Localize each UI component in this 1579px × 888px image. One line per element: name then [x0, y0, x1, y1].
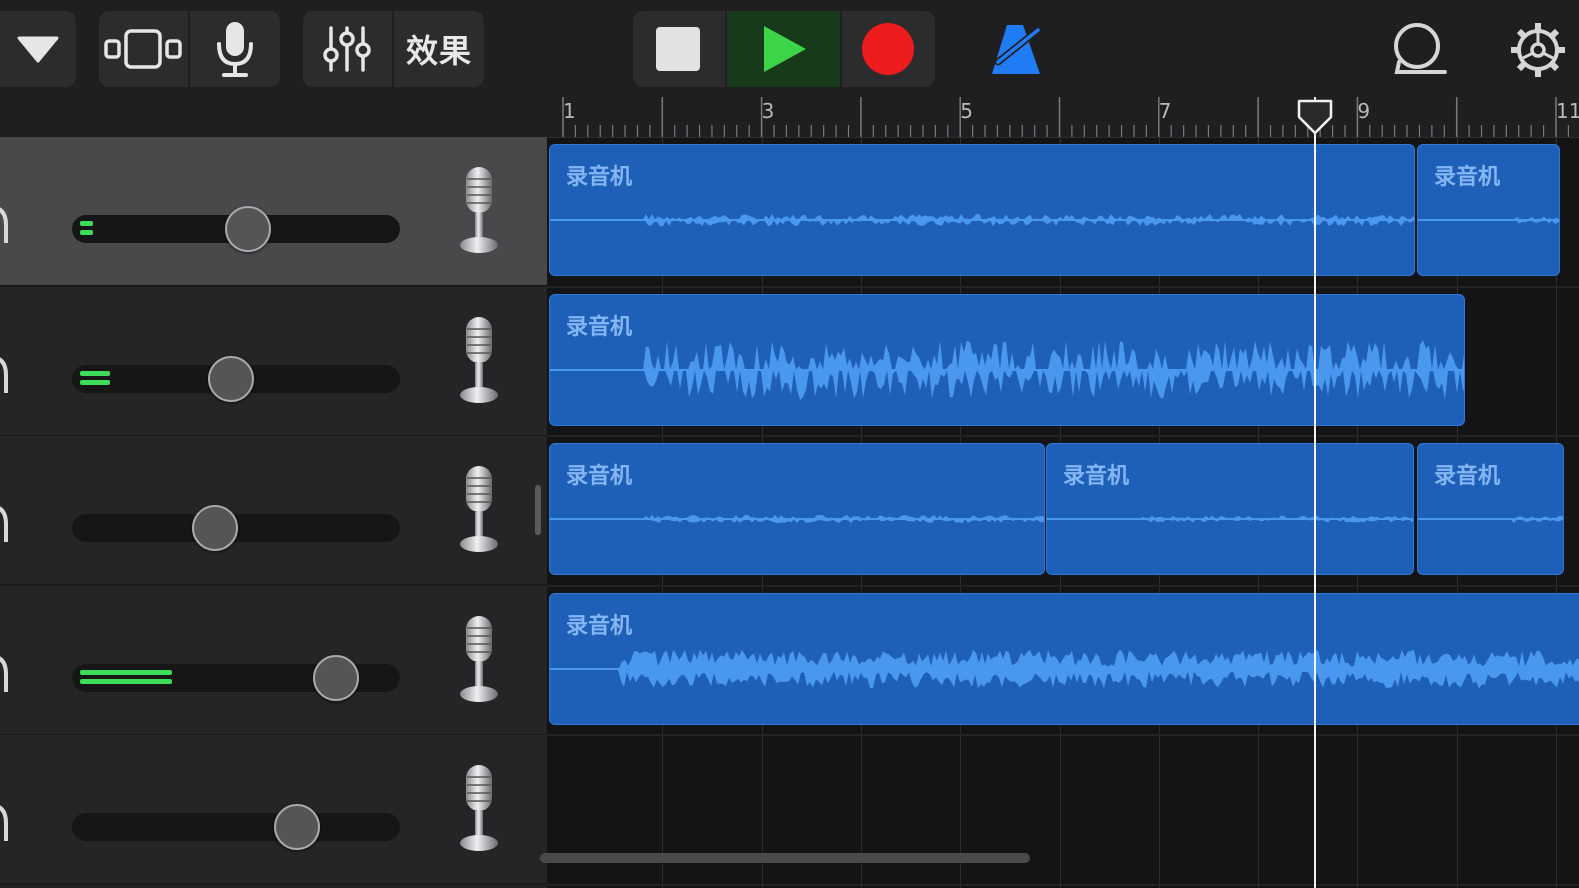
control-bar: 效果	[0, 0, 1579, 97]
bar-number: 5	[960, 99, 973, 123]
ruler[interactable]: 1 3 5 7 9 11	[547, 97, 1579, 138]
region-label: 录音机	[566, 165, 633, 190]
region-label: 录音机	[566, 613, 633, 639]
volume-knob[interactable]	[225, 206, 271, 252]
level-meter	[80, 221, 93, 239]
stop-button[interactable]	[633, 11, 725, 87]
bar-number: 1	[563, 99, 576, 123]
microphone-icon	[217, 22, 253, 77]
track-view-icon	[104, 29, 182, 69]
region-label: 录音机	[566, 314, 633, 340]
region-label: 录音机	[1063, 464, 1130, 489]
track-header[interactable]	[0, 585, 547, 736]
vintage-microphone-icon	[457, 315, 501, 409]
play-button[interactable]	[727, 11, 840, 87]
audio-region[interactable]: 录音机	[549, 443, 1045, 575]
timeline-area[interactable]: 1 3 5 7 9 11 录音机 录音机 录音机 录音机 录音机 录音机 录音机	[547, 97, 1579, 888]
bar-number: 9	[1357, 99, 1371, 123]
tracks-view-button[interactable]	[99, 11, 187, 87]
audio-region[interactable]: 录音机	[1417, 443, 1564, 575]
vintage-microphone-icon	[457, 165, 501, 259]
mixer-icon	[323, 26, 371, 72]
track-header[interactable]	[0, 137, 547, 287]
chevron-down-icon	[17, 36, 59, 63]
waveform	[550, 339, 1464, 400]
bar-number: 11	[1556, 99, 1579, 123]
bar-number: 7	[1158, 99, 1172, 123]
record-icon	[862, 23, 914, 75]
lane-divider	[547, 285, 1579, 288]
metronome-button[interactable]	[988, 22, 1046, 78]
metronome-icon	[992, 25, 1042, 74]
headphone-icon[interactable]	[0, 801, 12, 849]
headphone-icon[interactable]	[0, 502, 12, 550]
settings-button[interactable]	[1508, 20, 1568, 80]
stop-icon	[656, 27, 700, 71]
loop-icon	[1394, 23, 1447, 74]
headphone-icon[interactable]	[0, 203, 12, 251]
lane-divider	[547, 883, 1579, 886]
settings-icon	[1511, 23, 1565, 77]
header-resize-handle[interactable]	[535, 485, 541, 535]
volume-knob[interactable]	[208, 355, 254, 402]
view-group	[99, 11, 280, 87]
volume-slider[interactable]	[72, 813, 400, 841]
bar-number: 3	[761, 99, 775, 123]
playhead-line[interactable]	[1314, 97, 1316, 888]
volume-knob[interactable]	[274, 804, 320, 850]
effects-button[interactable]: 效果	[394, 11, 484, 87]
browser-button[interactable]	[0, 11, 76, 87]
track-header[interactable]	[0, 286, 547, 437]
effects-label: 效果	[405, 32, 472, 70]
audio-region[interactable]: 录音机	[549, 144, 1415, 276]
track-headers	[0, 97, 547, 888]
header-spacer	[0, 97, 547, 138]
vintage-microphone-icon	[457, 614, 501, 708]
level-meter	[80, 370, 110, 389]
audio-region[interactable]: 录音机	[1417, 144, 1560, 276]
audio-region[interactable]: 录音机	[549, 293, 1465, 426]
volume-knob[interactable]	[313, 654, 359, 701]
track-header[interactable]	[0, 436, 547, 586]
audio-region[interactable]: 录音机	[1046, 443, 1414, 575]
lane-divider	[547, 584, 1579, 587]
track-header[interactable]	[0, 735, 547, 885]
headphone-icon[interactable]	[0, 652, 12, 700]
lane-divider	[547, 734, 1579, 736]
loop-button[interactable]	[1389, 22, 1451, 76]
instrument-button[interactable]	[190, 11, 280, 87]
level-meter	[80, 669, 172, 688]
waveform	[550, 213, 1414, 227]
waveform	[550, 649, 1579, 688]
play-icon	[764, 26, 806, 72]
region-label: 录音机	[1434, 165, 1501, 190]
mix-group: 效果	[303, 11, 484, 87]
record-button[interactable]	[842, 11, 935, 87]
vintage-microphone-icon	[457, 763, 501, 857]
lane-divider	[547, 435, 1579, 437]
audio-region[interactable]: 录音机	[549, 592, 1579, 725]
volume-knob[interactable]	[192, 505, 238, 551]
vintage-microphone-icon	[457, 464, 501, 558]
mixer-button[interactable]	[303, 11, 391, 87]
headphone-icon[interactable]	[0, 353, 12, 401]
region-label: 录音机	[566, 464, 633, 489]
playhead-handle[interactable]	[1297, 99, 1333, 135]
region-label: 录音机	[1434, 464, 1501, 489]
horizontal-scrollbar[interactable]	[540, 853, 1030, 863]
